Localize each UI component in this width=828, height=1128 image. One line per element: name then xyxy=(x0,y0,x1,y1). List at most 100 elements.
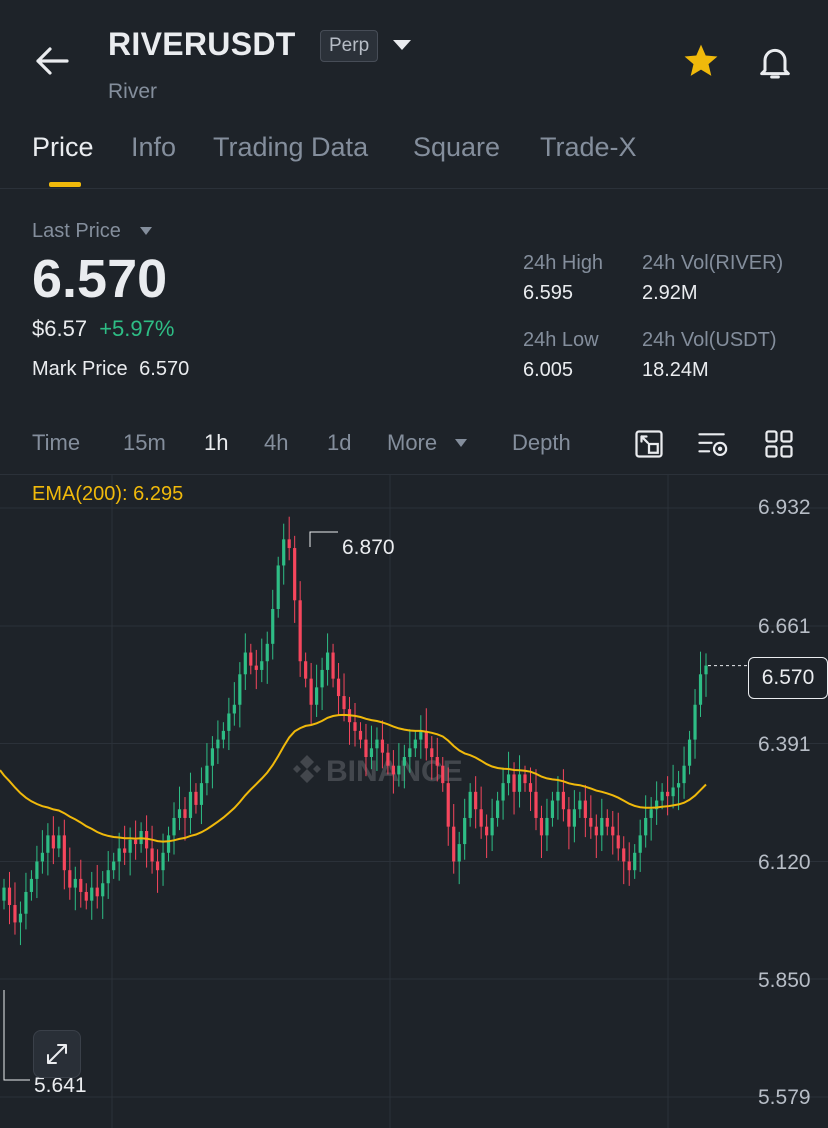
interval-1h[interactable]: 1h xyxy=(204,430,228,456)
candle-body xyxy=(545,817,549,836)
candle-body xyxy=(282,539,286,566)
candle-body xyxy=(232,704,236,714)
candle-body xyxy=(698,674,703,705)
candle-body xyxy=(358,730,363,740)
candle-body xyxy=(402,757,406,766)
candle-body xyxy=(666,791,670,797)
y-tick-4: 5.850 xyxy=(758,969,811,992)
candlestick-chart[interactable]: BINANCE xyxy=(0,475,828,1128)
more-caret-icon[interactable] xyxy=(454,438,468,448)
grid-layout-icon[interactable] xyxy=(764,429,794,459)
candle-body xyxy=(600,817,604,836)
candle-body xyxy=(512,774,516,792)
candle-body xyxy=(90,887,94,901)
candle-body xyxy=(693,704,697,740)
candle-body xyxy=(112,861,116,871)
interval-time[interactable]: Time xyxy=(32,430,80,456)
perp-badge: Perp xyxy=(320,30,379,62)
tab-info[interactable]: Info xyxy=(131,132,176,163)
candle-body xyxy=(199,783,204,805)
candle-body xyxy=(249,652,253,666)
candle-body xyxy=(495,800,500,818)
symbol-subtitle: River xyxy=(108,80,158,103)
candle-body xyxy=(649,809,653,818)
back-arrow-icon[interactable] xyxy=(34,46,70,76)
ema-indicator-label: EMA(200): 6.295 xyxy=(32,483,184,505)
candle-body xyxy=(336,678,341,697)
mark-price-row: Mark Price 6.570 xyxy=(32,358,189,381)
last-price-label[interactable]: Last Price xyxy=(32,220,121,243)
candle-body xyxy=(117,848,121,862)
candle-body xyxy=(342,696,346,710)
vol-river-label: 24h Vol(RIVER) xyxy=(642,252,784,274)
candle-body xyxy=(594,826,598,836)
tabs-divider xyxy=(0,188,828,189)
candle-body xyxy=(441,765,445,784)
candle-body xyxy=(506,774,511,784)
candle-body xyxy=(578,800,582,810)
candle-body xyxy=(627,861,631,871)
symbol-title[interactable]: RIVERUSDT xyxy=(108,26,296,63)
candle-body xyxy=(221,730,225,740)
interval-1d[interactable]: 1d xyxy=(327,430,351,456)
candle-body xyxy=(331,652,335,679)
candle-body xyxy=(419,730,423,740)
tab-trading-data[interactable]: Trading Data xyxy=(213,132,368,163)
chevron-down-icon[interactable] xyxy=(392,38,412,52)
interval-15m[interactable]: 15m xyxy=(123,430,166,456)
interval-4h[interactable]: 4h xyxy=(264,430,288,456)
low-marker-line xyxy=(3,990,30,1081)
candle-body xyxy=(320,669,324,688)
interval-depth[interactable]: Depth xyxy=(512,430,571,456)
tab-square[interactable]: Square xyxy=(413,132,500,163)
candle-body xyxy=(523,774,527,784)
candle-body xyxy=(325,652,330,670)
candle-body xyxy=(446,783,450,827)
candle-body xyxy=(468,791,472,818)
candle-body xyxy=(150,848,154,862)
candle-body xyxy=(18,913,23,923)
candle-body xyxy=(62,835,66,871)
usd-price: $6.57 xyxy=(32,316,88,341)
bell-alert-icon[interactable] xyxy=(755,42,795,82)
current-price-tag: 6.570 xyxy=(748,657,828,699)
candle-body xyxy=(205,765,209,784)
chart-settings-icon[interactable] xyxy=(697,429,731,459)
candle-body xyxy=(501,783,505,801)
candle-body xyxy=(644,817,648,836)
tab-trade-x[interactable]: Trade-X xyxy=(540,132,637,163)
expand-chart-button[interactable] xyxy=(33,1030,81,1078)
candle-body xyxy=(161,852,165,871)
candle-body xyxy=(276,565,280,609)
candle-body xyxy=(24,891,28,914)
candle-body xyxy=(271,608,275,644)
candle-body xyxy=(2,887,6,901)
candle-body xyxy=(682,765,686,784)
candle-body xyxy=(51,835,55,849)
last-price-value: 6.570 xyxy=(32,249,168,309)
interval-more[interactable]: More xyxy=(387,430,437,456)
candle-body xyxy=(490,817,494,836)
candle-body xyxy=(134,839,138,845)
candle-body xyxy=(46,835,50,853)
candle-body xyxy=(183,809,187,818)
candle-body xyxy=(73,878,77,888)
y-tick-1: 6.661 xyxy=(758,615,811,638)
candle-body xyxy=(457,844,461,862)
caret-down-icon[interactable] xyxy=(139,226,153,236)
candle-body xyxy=(611,826,615,836)
tab-price[interactable]: Price xyxy=(32,132,94,163)
high-marker-line xyxy=(309,531,338,547)
candle-body xyxy=(572,809,576,827)
star-favorite-icon[interactable] xyxy=(682,43,720,79)
candle-body xyxy=(583,800,587,818)
candle-body xyxy=(704,665,708,675)
candle-body xyxy=(605,817,609,827)
candle-body xyxy=(435,757,439,766)
vol-usdt-value: 18.24M xyxy=(642,359,709,381)
candle-body xyxy=(172,817,176,836)
chart-fullscreen-icon[interactable] xyxy=(634,429,664,459)
candle-body xyxy=(95,887,99,897)
candle-body xyxy=(676,783,681,788)
y-tick-3: 6.120 xyxy=(758,851,811,874)
